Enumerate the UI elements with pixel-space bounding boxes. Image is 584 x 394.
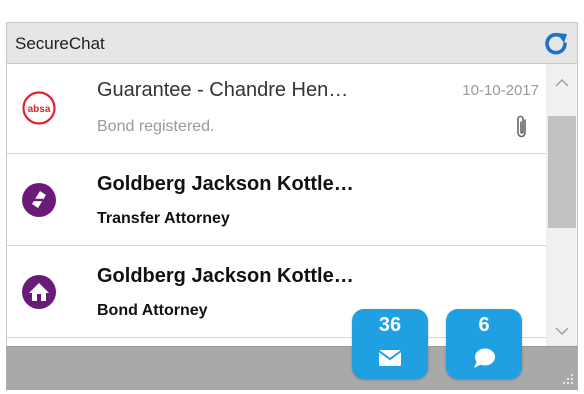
chat-count: 6 bbox=[478, 314, 490, 336]
resize-grip-icon[interactable] bbox=[560, 372, 574, 386]
absa-logo-text: absa bbox=[28, 104, 51, 115]
chevron-up-icon[interactable] bbox=[554, 78, 570, 88]
transfer-icon bbox=[22, 183, 56, 217]
message-title: Goldberg Jackson Kottle… bbox=[97, 265, 354, 287]
message-date: 10-10-2017 bbox=[462, 82, 539, 99]
title-bar: SecureChat bbox=[6, 22, 578, 64]
message-item[interactable]: absa Guarantee - Chandre Hen… Bond regis… bbox=[7, 64, 546, 154]
message-subtitle: Transfer Attorney bbox=[97, 210, 230, 227]
absa-logo-icon: absa bbox=[22, 91, 56, 125]
message-title: Goldberg Jackson Kottle… bbox=[97, 173, 354, 195]
message-list: absa Guarantee - Chandre Hen… Bond regis… bbox=[6, 64, 546, 346]
message-subtitle: Bond Attorney bbox=[97, 302, 208, 319]
chevron-down-icon[interactable] bbox=[554, 326, 570, 336]
envelope-icon bbox=[378, 350, 402, 366]
app-title: SecureChat bbox=[15, 34, 105, 53]
scrollbar-thumb[interactable] bbox=[548, 116, 576, 228]
chat-bubble-icon bbox=[474, 348, 495, 368]
home-icon bbox=[22, 275, 56, 309]
mail-badge-button[interactable]: 36 bbox=[352, 309, 428, 379]
refresh-icon[interactable] bbox=[543, 31, 569, 57]
mail-count: 36 bbox=[378, 314, 402, 336]
message-title: Guarantee - Chandre Hen… bbox=[97, 79, 349, 101]
paperclip-icon bbox=[517, 115, 526, 138]
message-subtitle: Bond registered. bbox=[97, 118, 215, 135]
message-item[interactable]: Goldberg Jackson Kottle… Transfer Attorn… bbox=[7, 154, 546, 246]
chat-badge-button[interactable]: 6 bbox=[446, 309, 522, 379]
vertical-scrollbar[interactable] bbox=[546, 64, 578, 346]
securechat-window: SecureChat absa Guarantee - Chandre Hen…… bbox=[0, 0, 584, 394]
